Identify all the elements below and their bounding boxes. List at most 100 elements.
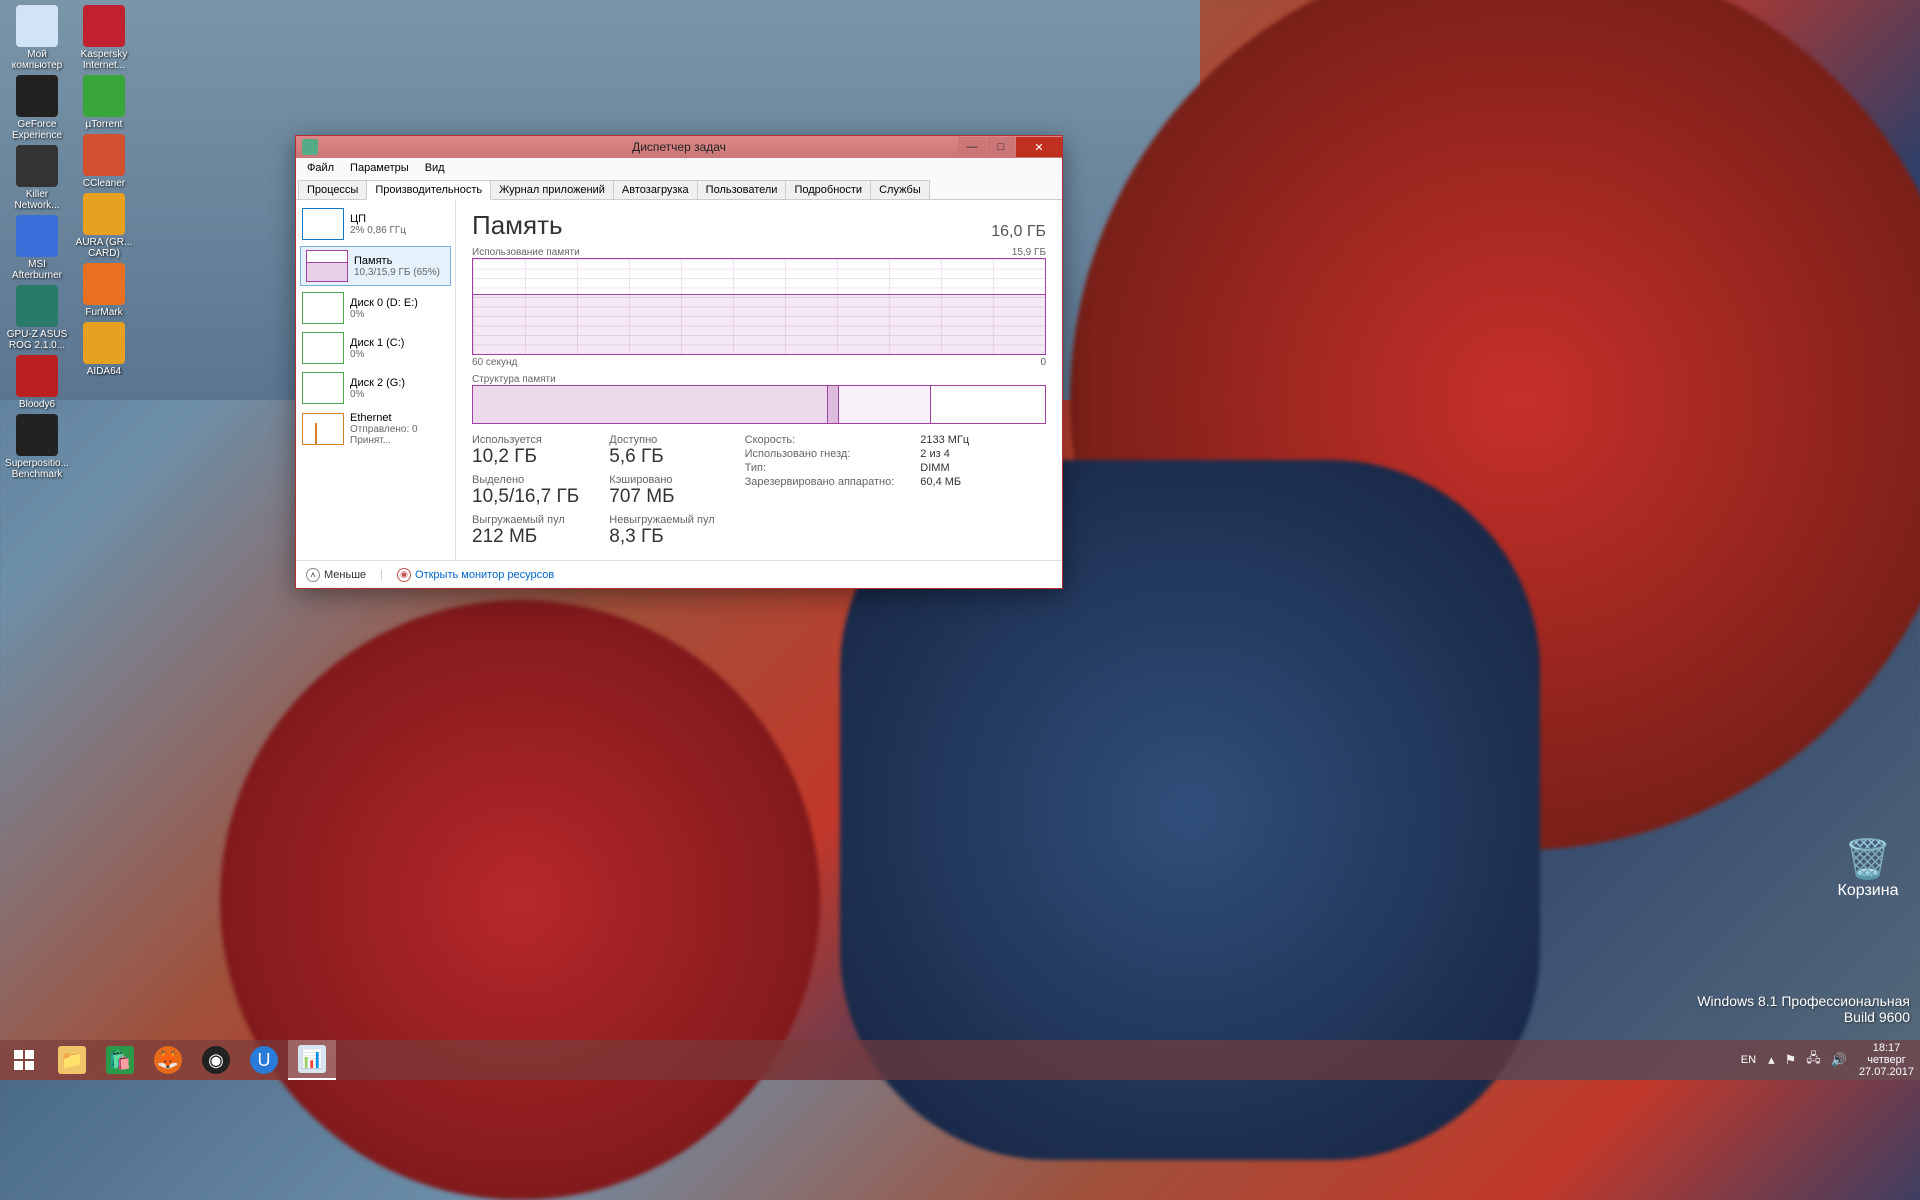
window-title: Диспетчер задач bbox=[632, 140, 726, 154]
spec-key: Скорость: bbox=[745, 434, 895, 446]
app-icon bbox=[16, 414, 58, 456]
desktop-icon[interactable]: Superpositio... Benchmark bbox=[5, 414, 69, 480]
sidebar-item-cpu[interactable]: ЦП 2% 0,86 ГГц bbox=[296, 204, 455, 244]
taskbar-app-steam[interactable]: ◉ bbox=[192, 1040, 240, 1080]
mini-chart bbox=[302, 372, 344, 404]
stat-label: Кэшировано bbox=[609, 474, 714, 486]
taskbar-app-firefox[interactable]: 🦊 bbox=[144, 1040, 192, 1080]
desktop-icon[interactable]: AIDA64 bbox=[72, 322, 136, 377]
memory-panel: Память 16,0 ГБ Использование памяти 15,9… bbox=[456, 200, 1062, 560]
desktop-icon[interactable]: Мой компьютер bbox=[5, 5, 69, 71]
app-icon bbox=[16, 285, 58, 327]
menu-item[interactable]: Вид bbox=[418, 160, 452, 176]
tab[interactable]: Производительность bbox=[366, 180, 491, 200]
sidebar-item-title: Ethernet bbox=[350, 412, 449, 424]
language-indicator[interactable]: EN bbox=[1741, 1054, 1756, 1066]
tray-flag-icon[interactable]: ⚑ bbox=[1785, 1052, 1797, 1068]
desktop-icon[interactable]: µTorrent bbox=[72, 75, 136, 130]
menu-item[interactable]: Параметры bbox=[343, 160, 416, 176]
desktop-icon[interactable]: FurMark bbox=[72, 263, 136, 318]
spec-value: DIMM bbox=[920, 462, 969, 474]
app-icon bbox=[83, 5, 125, 47]
sidebar-item-eth[interactable]: Ethernet Отправлено: 0 Принят... bbox=[296, 408, 455, 450]
desktop-icon[interactable]: Bloody6 bbox=[5, 355, 69, 410]
spec-value: 2133 МГц bbox=[920, 434, 969, 446]
desktop-icon[interactable]: Kaspersky Internet... bbox=[72, 5, 136, 71]
tab-strip: ПроцессыПроизводительностьЖурнал приложе… bbox=[296, 178, 1062, 200]
sidebar-item-d1[interactable]: Диск 1 (C:) 0% bbox=[296, 328, 455, 368]
tab[interactable]: Службы bbox=[870, 180, 930, 199]
windows-watermark: Windows 8.1 Профессиональная Build 9600 bbox=[1697, 993, 1910, 1025]
taskbar-app-explorer[interactable]: 📁 bbox=[48, 1040, 96, 1080]
maximize-button[interactable]: □ bbox=[987, 137, 1015, 157]
tab[interactable]: Пользователи bbox=[697, 180, 787, 199]
titlebar[interactable]: Диспетчер задач — □ ✕ bbox=[296, 136, 1062, 158]
desktop-icon[interactable]: CCleaner bbox=[72, 134, 136, 189]
desktop-icon-column: Мой компьютер GeForce Experience Killer … bbox=[5, 5, 69, 605]
desktop-icon-label: CCleaner bbox=[83, 178, 125, 189]
desktop-icon[interactable]: Killer Network... bbox=[5, 145, 69, 211]
chart-title: Использование памяти bbox=[472, 247, 580, 258]
open-resource-monitor-link[interactable]: ◉ Открыть монитор ресурсов bbox=[397, 568, 554, 582]
sidebar-item-title: Диск 1 (C:) bbox=[350, 337, 404, 349]
tray-chevron-icon[interactable]: ▴ bbox=[1768, 1052, 1775, 1068]
spec-key: Тип: bbox=[745, 462, 895, 474]
stat-value: 5,6 ГБ bbox=[609, 446, 714, 468]
sidebar-item-d2[interactable]: Диск 2 (G:) 0% bbox=[296, 368, 455, 408]
spec-value: 60,4 МБ bbox=[920, 476, 969, 488]
spec-value: 2 из 4 bbox=[920, 448, 969, 460]
desktop-icon[interactable]: AURA (GR... CARD) bbox=[72, 193, 136, 259]
tray-volume-icon[interactable]: 🔊 bbox=[1831, 1052, 1847, 1068]
desktop-icon[interactable]: GPU-Z ASUS ROG 2.1.0... bbox=[5, 285, 69, 351]
windows-logo-icon bbox=[14, 1050, 34, 1070]
taskbar: 📁 🛍️ 🦊 ◉ U 📊 EN ▴ ⚑ 🖧 🔊 18:17 четверг 27… bbox=[0, 1040, 1920, 1080]
desktop-icon-label: FurMark bbox=[85, 307, 122, 318]
minimize-button[interactable]: — bbox=[958, 137, 986, 157]
tab[interactable]: Подробности bbox=[785, 180, 871, 199]
mini-chart bbox=[302, 332, 344, 364]
desktop-icon[interactable]: MSI Afterburner bbox=[5, 215, 69, 281]
sidebar-item-title: Диск 0 (D: E:) bbox=[350, 297, 418, 309]
sidebar-item-subtitle: 10,3/15,9 ГБ (65%) bbox=[354, 267, 440, 278]
stat-label: Используется bbox=[472, 434, 579, 446]
mini-chart bbox=[302, 208, 344, 240]
desktop-icon-label: AIDA64 bbox=[87, 366, 121, 377]
sidebar-item-subtitle: 2% 0,86 ГГц bbox=[350, 225, 406, 236]
desktop-icon-label: GeForce Experience bbox=[5, 119, 69, 141]
desktop-icon-label: AURA (GR... CARD) bbox=[72, 237, 136, 259]
task-manager-window: Диспетчер задач — □ ✕ ФайлПараметрыВид П… bbox=[295, 135, 1063, 589]
wallpaper-shape bbox=[220, 600, 820, 1200]
mini-chart bbox=[302, 292, 344, 324]
desktop-icon-label: Bloody6 bbox=[19, 399, 55, 410]
spec-key: Зарезервировано аппаратно: bbox=[745, 476, 895, 488]
app-icon bbox=[83, 75, 125, 117]
monitor-icon: ◉ bbox=[397, 568, 411, 582]
struct-title: Структура памяти bbox=[472, 374, 556, 385]
taskbar-app-store[interactable]: 🛍️ bbox=[96, 1040, 144, 1080]
start-button[interactable] bbox=[0, 1040, 48, 1080]
fewer-details-button[interactable]: ˄ Меньше bbox=[306, 568, 366, 582]
tab[interactable]: Процессы bbox=[298, 180, 367, 199]
menu-item[interactable]: Файл bbox=[300, 160, 341, 176]
desktop-icon[interactable]: GeForce Experience bbox=[5, 75, 69, 141]
taskbar-app-uplay[interactable]: U bbox=[240, 1040, 288, 1080]
desktop-icon-label: GPU-Z ASUS ROG 2.1.0... bbox=[5, 329, 69, 351]
memory-composition-bar bbox=[472, 385, 1046, 424]
menubar: ФайлПараметрыВид bbox=[296, 158, 1062, 178]
stat-label: Выгружаемый пул bbox=[472, 514, 579, 526]
app-icon bbox=[16, 75, 58, 117]
stat-value: 10,2 ГБ bbox=[472, 446, 579, 468]
tab[interactable]: Автозагрузка bbox=[613, 180, 698, 199]
sidebar-item-mem[interactable]: Память 10,3/15,9 ГБ (65%) bbox=[300, 246, 451, 286]
close-button[interactable]: ✕ bbox=[1016, 137, 1062, 157]
tray-network-icon[interactable]: 🖧 bbox=[1806, 1049, 1821, 1071]
desktop-icon-column: Kaspersky Internet... µTorrent CCleaner … bbox=[72, 5, 136, 377]
sidebar-item-d0[interactable]: Диск 0 (D: E:) 0% bbox=[296, 288, 455, 328]
tab[interactable]: Журнал приложений bbox=[490, 180, 614, 199]
taskbar-clock[interactable]: 18:17 четверг 27.07.2017 bbox=[1859, 1042, 1914, 1078]
recycle-bin[interactable]: 🗑️ Корзина bbox=[1836, 838, 1900, 900]
sidebar-item-title: Диск 2 (G:) bbox=[350, 377, 405, 389]
taskbar-app-task-manager[interactable]: 📊 bbox=[288, 1040, 336, 1080]
stat-label: Невыгружаемый пул bbox=[609, 514, 714, 526]
desktop-icon-label: Killer Network... bbox=[5, 189, 69, 211]
